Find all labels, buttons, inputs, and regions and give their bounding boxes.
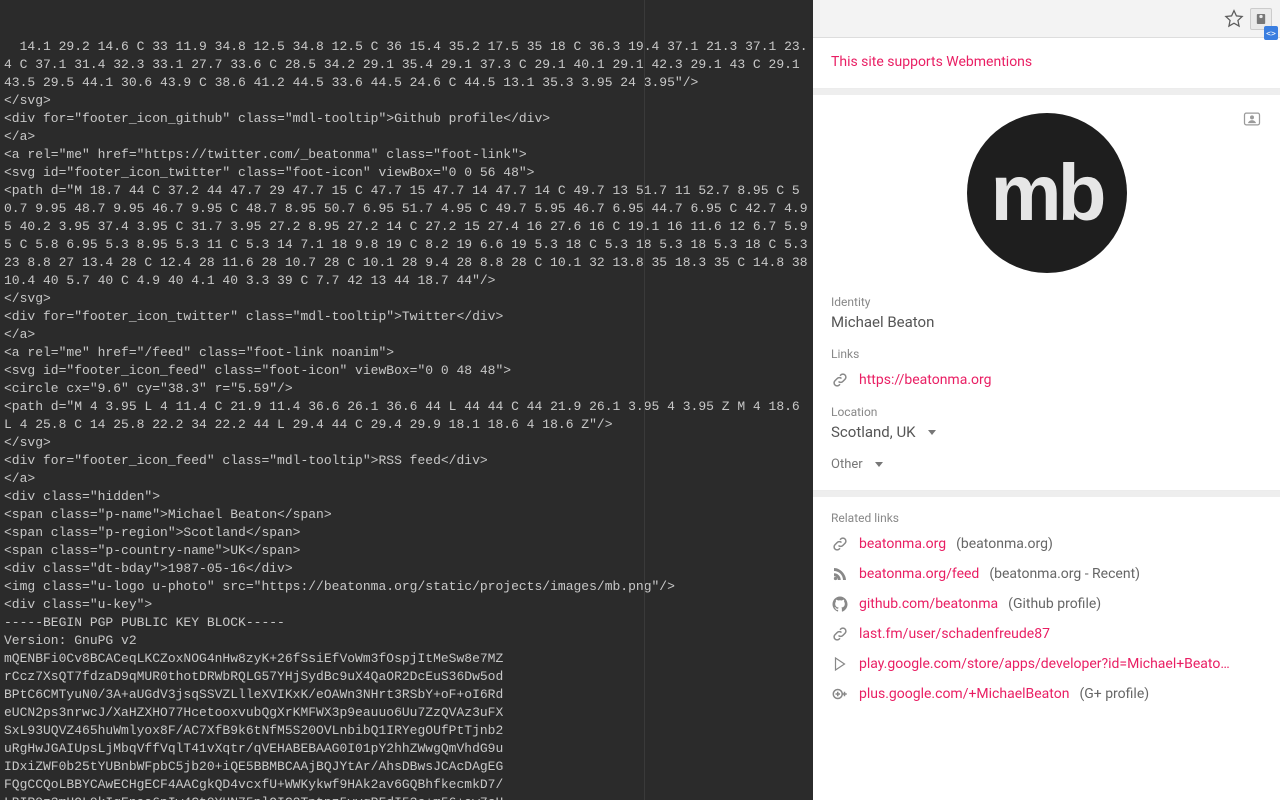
related-link[interactable]: plus.google.com/+MichaelBeaton bbox=[859, 686, 1069, 702]
extension-panel: <> This site supports Webmentions mb Ide… bbox=[813, 0, 1280, 800]
related-links-card: Related links beatonma.org (beatonma.org… bbox=[813, 497, 1280, 709]
source-code-pane: 14.1 29.2 14.6 C 33 11.9 34.8 12.5 34.8 … bbox=[0, 0, 813, 800]
star-icon[interactable] bbox=[1224, 9, 1244, 29]
related-link-row: last.fm/user/schadenfreude87 bbox=[831, 619, 1262, 649]
link-icon bbox=[831, 535, 849, 553]
related-link-row: beatonma.org/feed (beatonma.org - Recent… bbox=[831, 559, 1262, 589]
related-link-paren: (beatonma.org - Recent) bbox=[989, 566, 1140, 582]
github-icon bbox=[831, 595, 849, 613]
related-link[interactable]: github.com/beatonma bbox=[859, 596, 998, 612]
other-dropdown[interactable]: Other bbox=[831, 457, 1262, 472]
related-link-row: play.google.com/store/apps/developer?id=… bbox=[831, 649, 1262, 679]
identity-link-row: https://beatonma.org bbox=[831, 365, 1262, 395]
code-text: 14.1 29.2 14.6 C 33 11.9 34.8 12.5 34.8 … bbox=[4, 39, 813, 800]
related-link-paren: (beatonma.org) bbox=[956, 536, 1053, 552]
browser-chrome-bar: <> bbox=[813, 0, 1280, 38]
location-label: Location bbox=[831, 405, 1262, 419]
webmention-banner: This site supports Webmentions bbox=[813, 38, 1280, 89]
gplus-icon bbox=[831, 685, 849, 703]
identity-label: Identity bbox=[831, 295, 1262, 309]
related-link-row: github.com/beatonma (Github profile) bbox=[831, 589, 1262, 619]
related-link-row: plus.google.com/+MichaelBeaton (G+ profi… bbox=[831, 679, 1262, 709]
related-label: Related links bbox=[831, 511, 1262, 525]
feed-icon bbox=[831, 565, 849, 583]
related-link[interactable]: play.google.com/store/apps/developer?id=… bbox=[859, 656, 1230, 672]
banner-text: This site supports Webmentions bbox=[831, 54, 1032, 70]
devtools-badge[interactable]: <> bbox=[1264, 26, 1278, 40]
link-icon bbox=[831, 371, 849, 389]
related-link[interactable]: last.fm/user/schadenfreude87 bbox=[859, 626, 1050, 642]
related-link-paren: (Github profile) bbox=[1008, 596, 1101, 612]
profile-card: mb Identity Michael Beaton Links https:/… bbox=[813, 95, 1280, 491]
panel-scroll[interactable]: This site supports Webmentions mb Identi… bbox=[813, 38, 1280, 800]
link-icon bbox=[831, 625, 849, 643]
column-guide bbox=[644, 0, 645, 800]
related-link-row: beatonma.org (beatonma.org) bbox=[831, 529, 1262, 559]
avatar-container: mb bbox=[831, 109, 1262, 285]
play-icon bbox=[831, 655, 849, 673]
identity-value: Michael Beaton bbox=[831, 313, 1262, 331]
contact-card-icon bbox=[1242, 109, 1262, 129]
related-link[interactable]: beatonma.org/feed bbox=[859, 566, 979, 582]
avatar-text: mb bbox=[991, 147, 1103, 239]
related-link[interactable]: beatonma.org bbox=[859, 536, 946, 552]
related-link-paren: (G+ profile) bbox=[1079, 686, 1149, 702]
avatar: mb bbox=[967, 113, 1127, 273]
links-label: Links bbox=[831, 347, 1262, 361]
location-dropdown[interactable]: Scotland, UK bbox=[831, 423, 1262, 441]
identity-link[interactable]: https://beatonma.org bbox=[859, 372, 991, 388]
